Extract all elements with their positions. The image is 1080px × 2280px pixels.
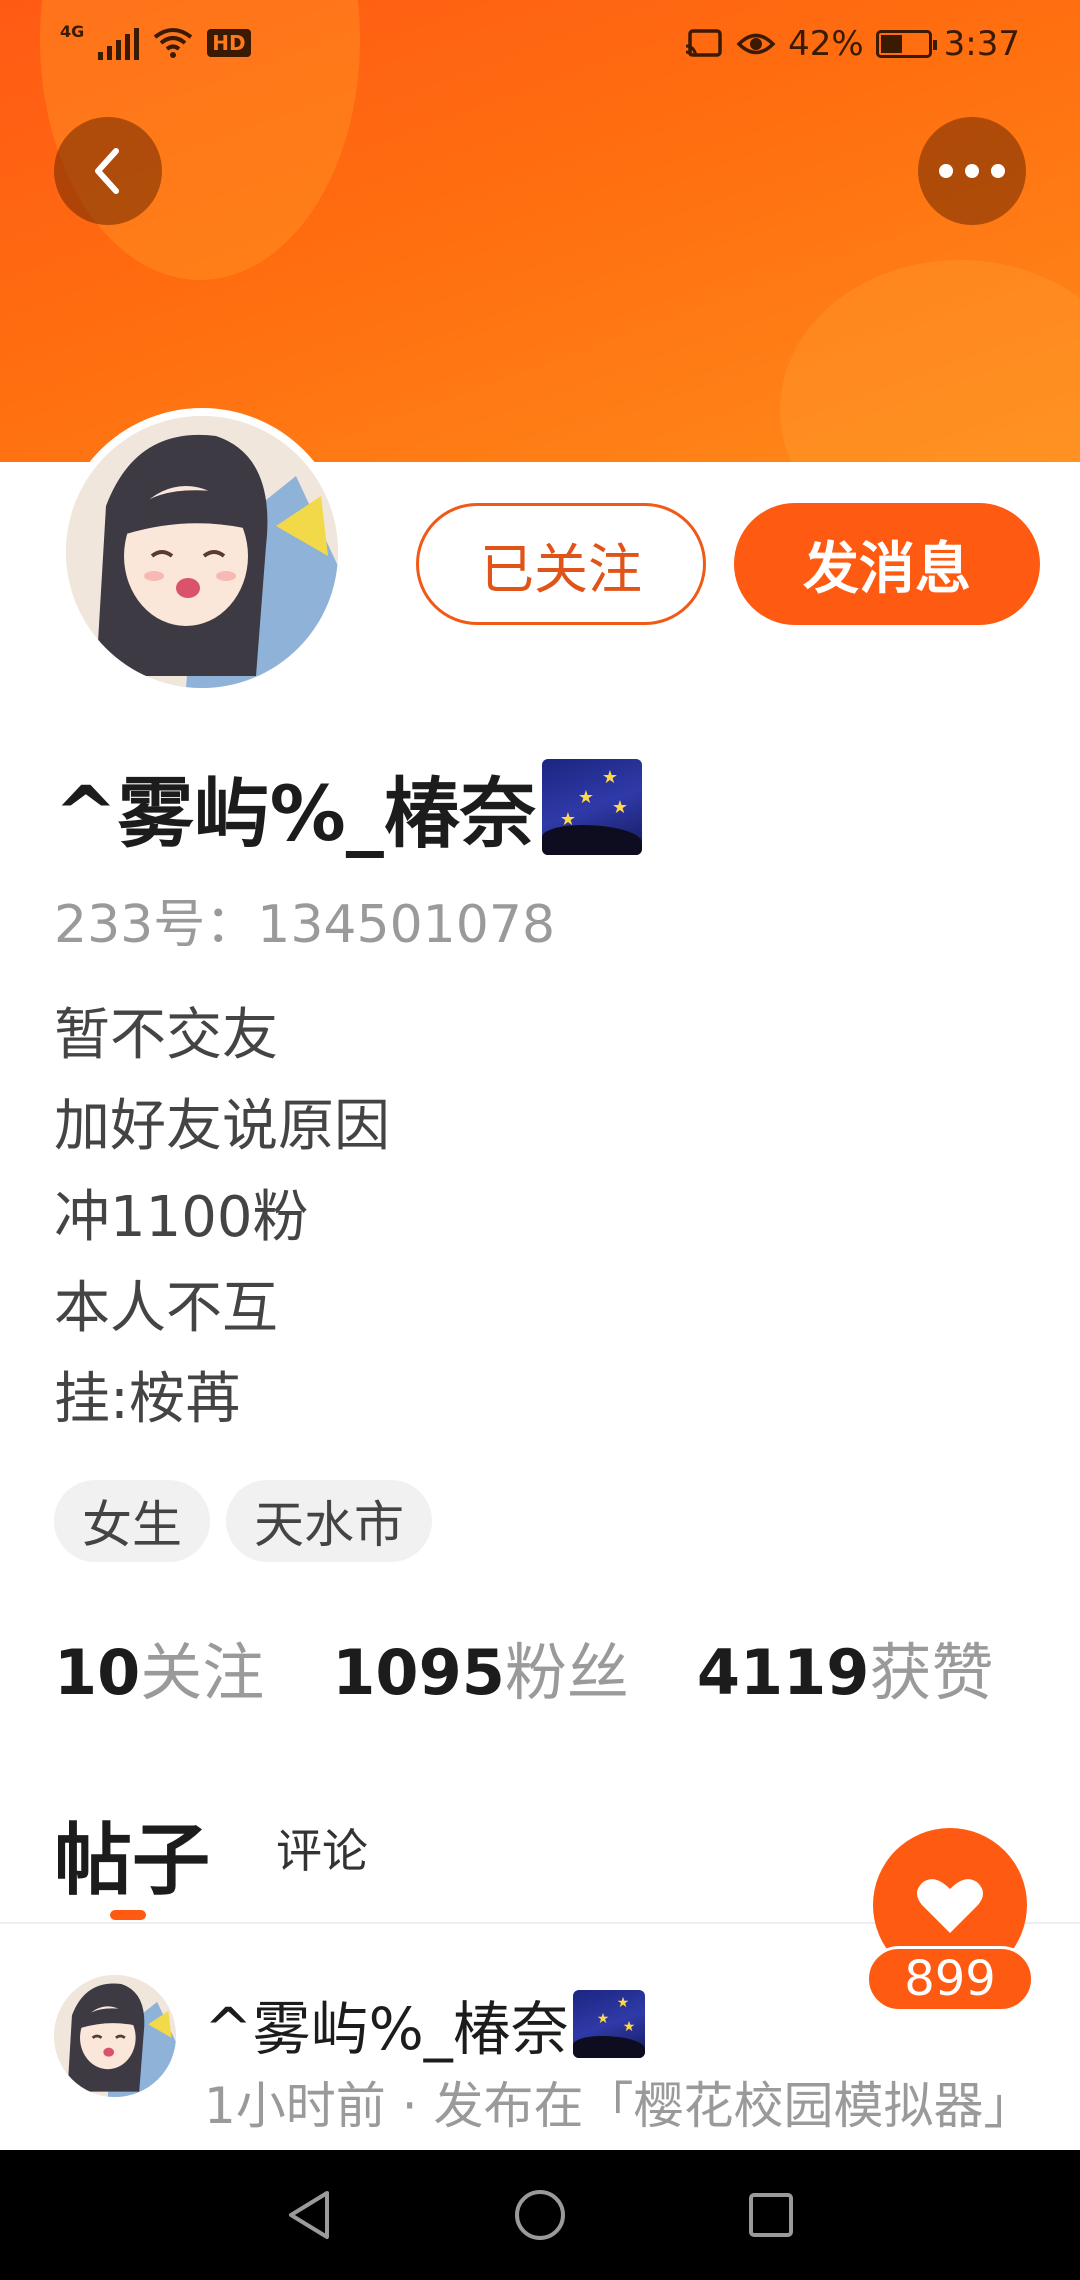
nav-home-button[interactable] — [513, 2188, 567, 2242]
bio: 暂不交友 加好友说原因 冲1100粉 本人不互 挂:桉苒 — [54, 990, 390, 1445]
user-id-label: 233号： — [54, 895, 258, 955]
avatar-image — [66, 416, 338, 688]
username-text: ^雾屿%_椿奈 — [54, 769, 536, 858]
post-author[interactable]: ^雾屿%_椿奈 ★ ★ ★ — [204, 1982, 645, 2066]
stat-following[interactable]: 10关注 — [54, 1622, 264, 1712]
chevron-left-icon — [95, 148, 119, 194]
triangle-back-icon — [289, 2191, 329, 2239]
profile-stats: 10关注 1095粉丝 4119获赞 — [54, 1622, 993, 1712]
user-id-value: 134501078 — [257, 895, 556, 955]
stat-likes[interactable]: 4119获赞 — [697, 1622, 994, 1712]
tab-active-indicator — [110, 1910, 146, 1920]
post-author-name: ^雾屿%_椿奈 — [204, 1995, 569, 2063]
stat-value: 4119 — [696, 1636, 870, 1709]
tag-gender: 女生 — [54, 1480, 210, 1562]
back-button[interactable] — [54, 117, 162, 225]
bio-line: 暂不交友 — [54, 1003, 278, 1068]
bio-line: 挂:桉苒 — [54, 1367, 241, 1432]
status-left: 4G HD — [60, 22, 251, 60]
tab-comments[interactable]: 评论 — [276, 1815, 368, 1881]
stat-label: 关注 — [140, 1636, 265, 1709]
stat-label: 粉丝 — [504, 1636, 629, 1709]
tag-city: 天水市 — [226, 1480, 432, 1562]
more-horizontal-icon — [939, 164, 1005, 178]
like-count: 899 — [866, 1946, 1034, 2012]
bio-line: 加好友说原因 — [54, 1094, 390, 1159]
status-bar: 4G HD 42% 3:37 — [0, 0, 1080, 92]
battery-icon — [875, 30, 937, 58]
bio-line: 冲1100粉 — [54, 1185, 309, 1250]
tab-posts[interactable]: 帖子 — [54, 1798, 210, 1910]
battery-percent: 42% — [788, 24, 864, 64]
cast-icon — [685, 29, 722, 57]
system-navigation-bar — [0, 2150, 1080, 2280]
signal-icon — [98, 26, 140, 60]
milky-way-night-emoji-icon: ★ ★ ★ — [572, 1990, 645, 2058]
battery-fill — [880, 35, 902, 53]
status-right: 42% 3:37 — [684, 24, 1020, 64]
nav-back-button[interactable] — [285, 2189, 333, 2241]
hd-badge: HD — [207, 29, 251, 57]
eye-comfort-icon — [736, 33, 776, 55]
stat-followers[interactable]: 1095粉丝 — [332, 1622, 629, 1712]
more-button[interactable] — [918, 117, 1026, 225]
post-meta: 1小时前 · 发布在「樱花校园模拟器」 — [204, 2077, 1034, 2135]
square-recents-icon — [749, 2193, 793, 2237]
send-message-button[interactable]: 发消息 — [734, 503, 1040, 625]
profile-tags: 女生 天水市 — [54, 1480, 432, 1562]
stat-label: 获赞 — [869, 1636, 994, 1709]
stat-value: 1095 — [332, 1636, 505, 1709]
bio-line: 本人不互 — [54, 1276, 278, 1341]
clock: 3:37 — [943, 24, 1020, 64]
heart-icon — [917, 1879, 983, 1933]
stat-value: 10 — [54, 1636, 141, 1709]
milky-way-night-emoji-icon: ★ ★ ★ ★ — [541, 759, 642, 855]
post-author-avatar[interactable] — [54, 1975, 176, 2097]
user-id: 233号：134501078 — [54, 882, 555, 957]
avatar[interactable] — [58, 408, 346, 696]
avatar-image — [54, 1975, 176, 2097]
wifi-icon — [154, 28, 193, 58]
circle-home-icon — [515, 2190, 565, 2240]
username: ^雾屿%_椿奈 ★ ★ ★ ★ — [54, 752, 642, 862]
header-decoration — [780, 260, 1080, 462]
network-type: 4G — [60, 21, 85, 41]
nav-recents-button[interactable] — [747, 2191, 795, 2239]
following-button[interactable]: 已关注 — [416, 503, 706, 625]
